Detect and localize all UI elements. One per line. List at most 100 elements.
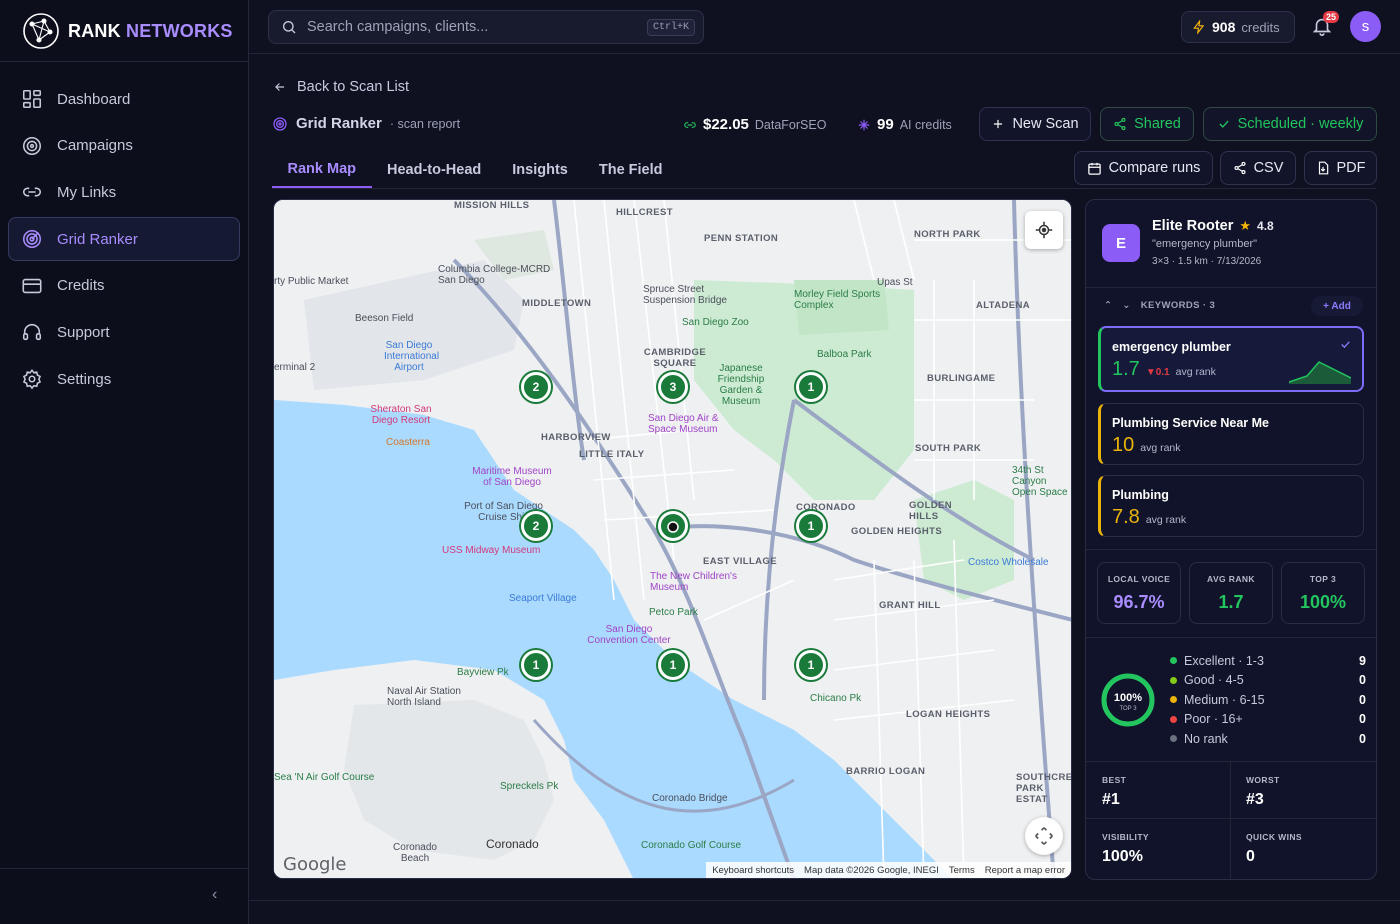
stat-title: TOP 3 [1309, 574, 1337, 584]
user-avatar[interactable]: s [1350, 11, 1381, 42]
summary-title: VISIBILITY [1102, 832, 1149, 842]
tab-the-field[interactable]: The Field [583, 152, 678, 188]
sidebar-item-label: Settings [57, 370, 112, 388]
report-error-link[interactable]: Report a map error [985, 865, 1065, 876]
map-label: GOLDEN HEIGHTS [851, 526, 943, 537]
chevron-down-icon[interactable]: ⌄ [1122, 300, 1130, 311]
search-box[interactable]: Ctrl+K [268, 10, 704, 44]
sidebar-item-grid-ranker[interactable]: Grid Ranker [8, 217, 240, 262]
rank-pin[interactable]: 1 [658, 650, 688, 680]
sidebar-item-credits[interactable]: Credits [8, 264, 240, 308]
keyword-card[interactable]: Plumbing 7.8 avg rank [1098, 475, 1364, 537]
keyword-avg-rank: 1.7 [1112, 358, 1140, 380]
avg-rank-label: avg rank [1140, 442, 1181, 454]
divider [0, 868, 249, 869]
ring-label: TOP 3 [1119, 706, 1137, 712]
distribution-label: Medium · 6-15 [1184, 692, 1265, 707]
map-label: USS Midway Museum [442, 545, 541, 556]
map-label: Sheraton San Diego Resort [370, 404, 432, 426]
stat-top3: TOP 3 100% [1281, 562, 1365, 624]
new-scan-button[interactable]: New Scan [979, 107, 1091, 141]
page-subtitle: · scan report [389, 116, 461, 131]
keyword-card[interactable]: Plumbing Service Near Me 10 avg rank [1098, 403, 1364, 465]
tab-rank-map[interactable]: Rank Map [272, 152, 372, 188]
credits-balance[interactable]: 908 credits [1181, 11, 1295, 43]
pan-control[interactable] [1025, 817, 1063, 855]
google-logo: Google [283, 854, 347, 875]
brand-name-part2: NETWORKS [126, 20, 233, 41]
distribution-count: 0 [1359, 692, 1366, 707]
rank-pin-center[interactable] [658, 511, 688, 541]
pdf-label: PDF [1336, 160, 1366, 176]
collapse-sidebar-button[interactable]: ‹ [212, 886, 217, 904]
sidebar-item-campaigns[interactable]: Campaigns [8, 124, 240, 168]
check-icon [1219, 120, 1229, 128]
credits-value: 908 [1212, 19, 1236, 35]
distribution-label: Excellent · 1-3 [1184, 653, 1264, 668]
map-label: Seaport Village [509, 593, 577, 604]
sparkle-icon [858, 119, 870, 130]
ai-credits-value: 99 [877, 116, 894, 133]
divider [1086, 287, 1376, 288]
divider [1086, 761, 1376, 762]
rank-pin[interactable]: 1 [796, 511, 826, 541]
map-label: Naval Air Station North Island [387, 686, 461, 708]
map-label: Balboa Park [817, 349, 872, 360]
business-name: Elite Rooter [1152, 218, 1234, 234]
map-label: San Diego Zoo [682, 317, 749, 328]
check-icon [1341, 341, 1350, 349]
page-title-row: Grid Ranker · scan report [272, 115, 460, 132]
keyword-card-selected[interactable]: emergency plumber 1.7 ▼0.1 avg rank [1098, 326, 1364, 392]
rank-pin[interactable]: 2 [521, 511, 551, 541]
credit-card-icon [22, 278, 42, 293]
chevron-up-icon[interactable]: ⌃ [1104, 300, 1112, 311]
page-title: Grid Ranker [296, 115, 382, 132]
sidebar-item-settings[interactable]: Settings [8, 357, 240, 401]
map-label: Spreckels Pk [500, 781, 559, 792]
cost-label: DataForSEO [754, 117, 827, 132]
distribution-count: 0 [1359, 673, 1366, 688]
compare-runs-button[interactable]: Compare runs [1074, 151, 1213, 185]
sidebar-item-label: Credits [57, 277, 105, 295]
notification-badge: 25 [1323, 11, 1340, 23]
add-keyword-button[interactable]: + Add [1311, 296, 1363, 316]
map-label: BURLINGAME [927, 373, 996, 384]
tab-head-to-head[interactable]: Head-to-Head [372, 152, 497, 188]
csv-export-button[interactable]: CSV [1220, 151, 1296, 185]
rank-pin[interactable]: 2 [521, 372, 551, 402]
terms-link[interactable]: Terms [949, 865, 975, 876]
ai-credits-label: AI credits [899, 117, 952, 132]
back-to-scan-list-link[interactable]: Back to Scan List [273, 79, 409, 95]
sidebar-item-support[interactable]: Support [8, 310, 240, 354]
sidebar-item-label: Campaigns [57, 137, 133, 155]
keyboard-shortcut-hint: Ctrl+K [647, 18, 696, 36]
sidebar-item-label: Grid Ranker [57, 230, 138, 248]
map-label: SOUTH PARK [915, 443, 982, 454]
file-download-icon [1318, 161, 1328, 175]
stat-value: 100% [1299, 592, 1347, 612]
map-label: Coasterra [386, 437, 430, 448]
rank-map[interactable]: MISSION HILLS HILLCREST PENN STATION NOR… [273, 199, 1072, 879]
keyword-rank-row: 1.7 ▼0.1 avg rank [1112, 358, 1216, 381]
map-label: 34th St Canyon Open Space [1012, 465, 1068, 498]
pdf-export-button[interactable]: PDF [1304, 151, 1377, 185]
rank-pin[interactable]: 3 [658, 372, 688, 402]
brand-logo[interactable]: RANK NETWORKS [22, 12, 233, 50]
business-rating: 4.8 [1257, 219, 1274, 233]
keyboard-shortcuts-link[interactable]: Keyboard shortcuts [712, 865, 794, 876]
summary-best: BEST #1 [1086, 763, 1231, 819]
cost-value: $22.05 [703, 116, 749, 133]
rank-pin[interactable]: 1 [796, 650, 826, 680]
distribution-count: 9 [1359, 653, 1366, 668]
sidebar-item-dashboard[interactable]: Dashboard [8, 77, 240, 121]
distribution-row: Excellent · 1-3 9 [1170, 651, 1366, 671]
tab-insights[interactable]: Insights [497, 152, 584, 188]
scheduled-button[interactable]: Scheduled · weekly [1203, 107, 1377, 141]
rank-pin[interactable]: 1 [796, 372, 826, 402]
rank-pin[interactable]: 1 [521, 650, 551, 680]
dashboard-icon [22, 89, 42, 109]
sidebar-item-my-links[interactable]: My Links [8, 170, 240, 214]
search-input[interactable] [307, 19, 637, 35]
recenter-button[interactable] [1025, 211, 1063, 249]
shared-button[interactable]: Shared [1100, 107, 1194, 141]
